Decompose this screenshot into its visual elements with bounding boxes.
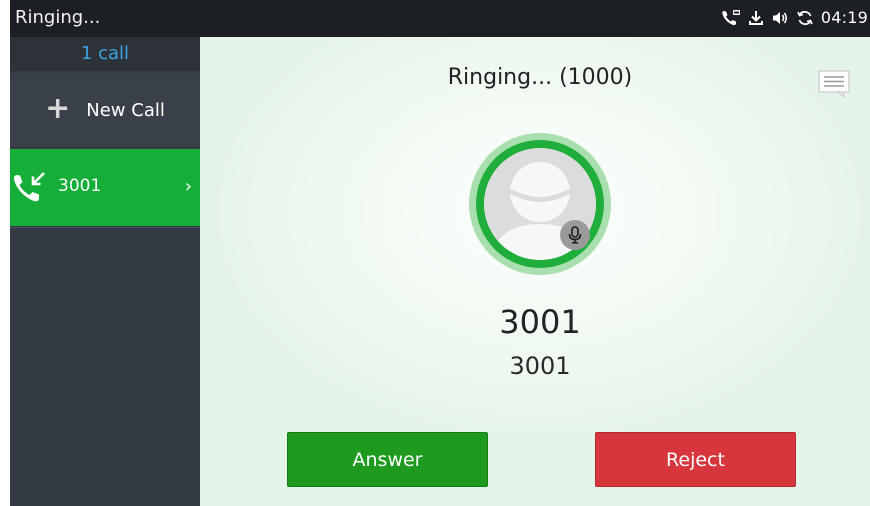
status-bar: Ringing... 04:19 (10, 0, 870, 37)
contact-avatar (469, 133, 611, 275)
chevron-right-icon: › (184, 176, 192, 197)
microphone-icon[interactable] (560, 220, 590, 250)
incoming-call-icon (12, 171, 48, 209)
app-window: Ringing... 04:19 1 call + New Call 3001 … (10, 0, 870, 506)
status-bar-time: 04:19 (820, 8, 868, 27)
call-detail-panel: Ringing... (1000) 3001 3001 Answer Rejec… (200, 37, 870, 506)
status-bar-icons: 04:19 (721, 8, 868, 27)
volume-icon (771, 9, 789, 27)
message-icon[interactable] (818, 70, 850, 102)
call-count: 1 call (10, 37, 200, 71)
status-bar-title: Ringing... (15, 7, 101, 28)
avatar-ring (476, 140, 604, 268)
download-icon (748, 9, 764, 27)
call-list-item-number: 3001 (58, 176, 102, 196)
new-call-label: New Call (86, 99, 165, 121)
contact-number: 3001 (509, 352, 571, 380)
call-voicemail-icon (721, 9, 741, 27)
new-call-button[interactable]: + New Call (10, 73, 200, 147)
divider (10, 227, 200, 228)
call-sidebar: 1 call + New Call 3001 › (10, 37, 200, 506)
contact-name: 3001 (499, 303, 581, 341)
call-list-item[interactable]: 3001 › (10, 149, 200, 226)
sync-icon (796, 9, 814, 27)
answer-button[interactable]: Answer (287, 432, 488, 487)
call-status-title: Ringing... (1000) (447, 65, 633, 90)
plus-icon: + (45, 90, 71, 126)
reject-button[interactable]: Reject (595, 432, 796, 487)
